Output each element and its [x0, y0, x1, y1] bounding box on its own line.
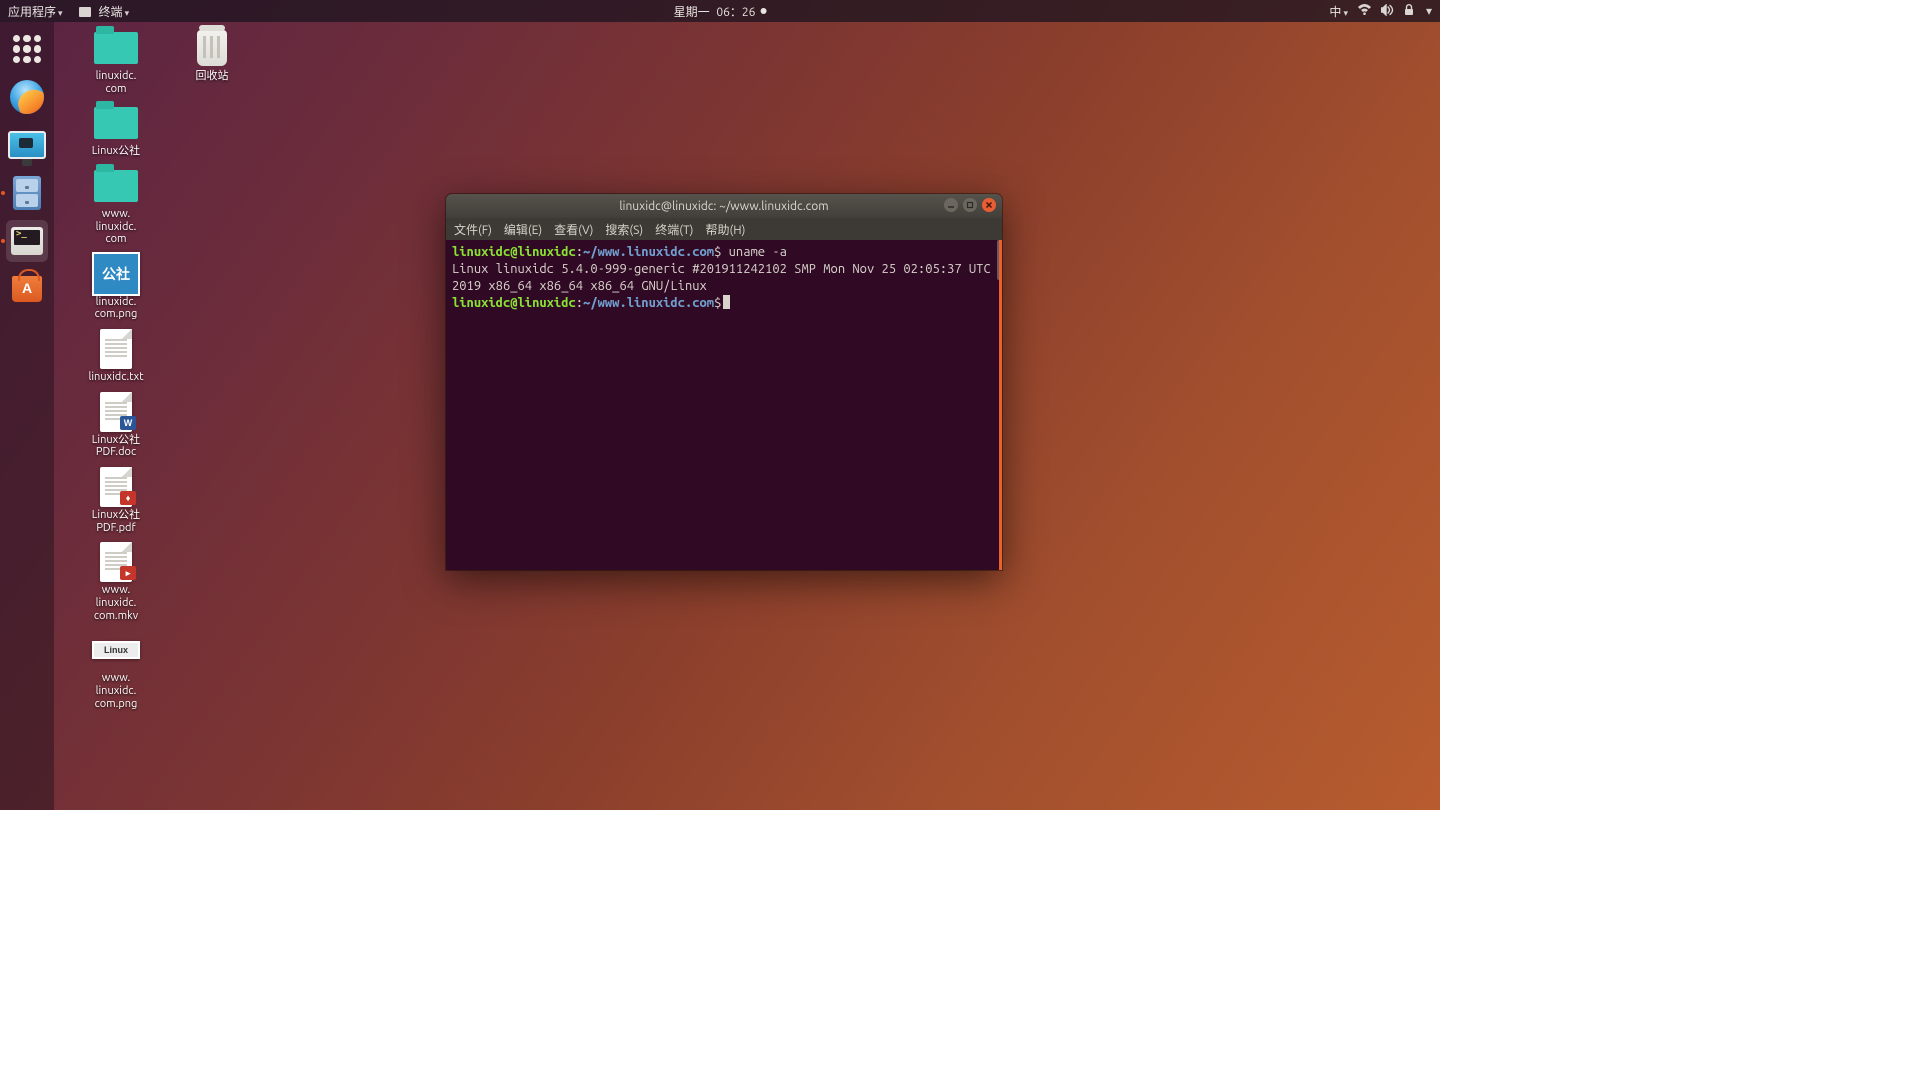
top-panel: 应用程序▾ 终端▾ 星期一 06：26 中▾ ▾: [0, 0, 1440, 22]
desktop-item-label: www. linuxidc. com: [96, 208, 137, 246]
screenshot-icon: [8, 131, 46, 159]
close-button[interactable]: [982, 198, 996, 212]
software-icon: [12, 276, 42, 302]
desktop-item-label: linuxidc.txt: [88, 371, 143, 384]
files-launcher[interactable]: [6, 172, 48, 214]
terminal-output: Linux linuxidc 5.4.0-999-generic #201911…: [452, 261, 996, 295]
folder-icon: [94, 107, 138, 139]
clock[interactable]: 星期一 06：26: [674, 3, 767, 20]
image-thumb-icon: 公社: [92, 252, 140, 296]
trash-label: 回收站: [196, 70, 229, 83]
window-title: linuxidc@linuxidc: ~/www.linuxidc.com: [619, 200, 828, 213]
image-thumb-icon: Linux: [92, 641, 140, 659]
menu-search[interactable]: 搜索(S): [605, 221, 643, 238]
desktop-item[interactable]: linuxidc.txt: [72, 329, 160, 384]
menu-terminal[interactable]: 终端(T): [655, 221, 693, 238]
desktop-item-label: Linux公社 PDF.doc: [92, 434, 140, 459]
window-titlebar[interactable]: linuxidc@linuxidc: ~/www.linuxidc.com: [446, 194, 1002, 218]
menu-view[interactable]: 查看(V): [554, 221, 593, 238]
desktop-item-label: Linux公社 PDF.pdf: [92, 509, 140, 534]
system-menu-chevron-icon[interactable]: ▾: [1426, 4, 1432, 18]
txt-file-icon: [100, 329, 132, 369]
desktop-item[interactable]: linuxidc. com: [72, 28, 160, 95]
files-icon: [13, 176, 41, 210]
terminal-menubar: 文件(F) 编辑(E) 查看(V) 搜索(S) 终端(T) 帮助(H): [446, 218, 1002, 240]
show-apps-button[interactable]: [6, 28, 48, 70]
desktop-item[interactable]: WLinux公社 PDF.doc: [72, 392, 160, 459]
terminal-window[interactable]: linuxidc@linuxidc: ~/www.linuxidc.com 文件…: [446, 194, 1002, 570]
chevron-down-icon: ▾: [1343, 8, 1348, 18]
ime-indicator[interactable]: 中▾: [1329, 3, 1348, 20]
desktop-item[interactable]: ▸www. linuxidc. com.mkv: [72, 542, 160, 622]
doc-file-icon: W: [100, 392, 132, 432]
terminal-line: linuxidc@linuxidc:~/www.linuxidc.com$ un…: [452, 244, 996, 261]
desktop-item-label: www. linuxidc. com.png: [95, 672, 138, 710]
desktop-item-label: linuxidc. com.png: [95, 296, 138, 321]
terminal-prompt: linuxidc@linuxidc:~/www.linuxidc.com$: [452, 295, 996, 312]
desktop-item[interactable]: 公社linuxidc. com.png: [72, 254, 160, 321]
firefox-launcher[interactable]: [6, 76, 48, 118]
terminal-launcher[interactable]: [6, 220, 48, 262]
cursor-icon: [723, 295, 730, 309]
applications-menu[interactable]: 应用程序▾: [8, 3, 63, 20]
chevron-down-icon: ▾: [125, 8, 130, 18]
desktop-item[interactable]: Linux公社: [72, 103, 160, 158]
terminal-indicator-icon: [79, 7, 91, 17]
notification-dot-icon: [760, 8, 766, 14]
network-icon[interactable]: [1358, 4, 1371, 18]
dock: [0, 22, 54, 810]
active-window-menu[interactable]: 终端▾: [99, 3, 130, 20]
menu-file[interactable]: 文件(F): [454, 221, 492, 238]
window-resize-edge[interactable]: [999, 240, 1002, 570]
folder-icon: [94, 32, 138, 64]
running-pip-icon: [1, 191, 5, 195]
maximize-button[interactable]: [963, 198, 977, 212]
running-pip-icon: [1, 239, 5, 243]
trash-icon: [197, 30, 227, 66]
terminal-icon: [11, 227, 43, 255]
desktop-item-label: Linux公社: [92, 145, 140, 158]
firefox-icon: [10, 80, 44, 114]
trash-icon-item[interactable]: 回收站: [168, 28, 256, 83]
desktop-item[interactable]: Linux www. linuxidc. com.png: [72, 630, 160, 710]
terminal-body[interactable]: linuxidc@linuxidc:~/www.linuxidc.com$ un…: [446, 240, 1002, 570]
desktop: 应用程序▾ 终端▾ 星期一 06：26 中▾ ▾: [0, 0, 1440, 810]
folder-icon: [94, 170, 138, 202]
desktop-item[interactable]: www. linuxidc. com: [72, 166, 160, 246]
menu-edit[interactable]: 编辑(E): [504, 221, 542, 238]
pdf-file-icon: ♦: [100, 467, 132, 507]
grid-icon: [13, 35, 41, 63]
vid-file-icon: ▸: [100, 542, 132, 582]
menu-help[interactable]: 帮助(H): [705, 221, 745, 238]
lock-icon[interactable]: [1404, 4, 1414, 19]
desktop-icons: linuxidc. comLinux公社www. linuxidc. com公社…: [72, 28, 162, 718]
volume-icon[interactable]: [1381, 4, 1394, 19]
desktop-item-label: linuxidc. com: [96, 70, 137, 95]
chevron-down-icon: ▾: [58, 8, 63, 18]
desktop-item-label: www. linuxidc. com.mkv: [94, 584, 138, 622]
screenshot-launcher[interactable]: [6, 124, 48, 166]
minimize-button[interactable]: [944, 198, 958, 212]
desktop-item[interactable]: ♦Linux公社 PDF.pdf: [72, 467, 160, 534]
software-launcher[interactable]: [6, 268, 48, 310]
